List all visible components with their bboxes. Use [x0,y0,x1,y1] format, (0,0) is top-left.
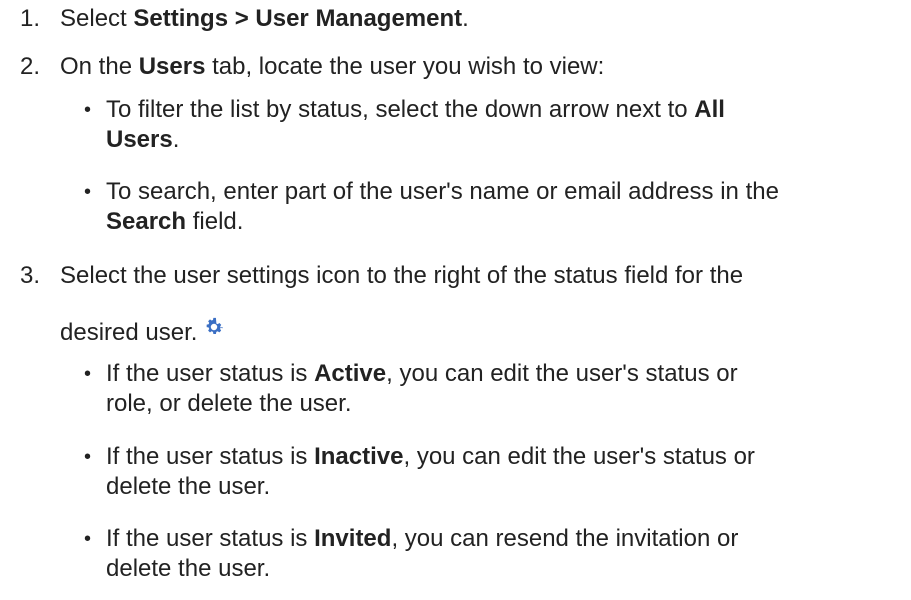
status-name: Invited [314,525,392,552]
bullet-text: To search, enter part of the user's name… [106,177,896,238]
bullet-text-suffix: field. [186,208,244,236]
tab-name: Users [138,53,206,80]
step-text-line: Select the user settings icon to the rig… [60,262,744,289]
bullet-icon: • [84,446,92,468]
field-name: Search [106,208,187,236]
bullet-line: If the user status is Active, you can ed… [106,359,896,389]
bullet-text-suffix: , you can edit the user's status or [386,360,738,387]
step-text: On the Users tab, locate the user you wi… [60,52,880,82]
bullet-text-prefix: If the user status is [106,525,315,552]
bullet-text-prefix: To filter the list by status, select the… [106,96,695,123]
step-text: desired user. [60,316,880,348]
status-name: Active [314,360,387,387]
bullet-text-prefix: If the user status is [106,443,315,470]
step-number: 1. [20,5,41,32]
bullet-icon: • [84,528,92,550]
bullet-line: delete the user. [106,473,271,501]
step-number: 3. [20,262,41,289]
step-text-suffix: . [462,5,469,32]
bullet-line: delete the user. [106,555,271,583]
bullet-line: To filter the list by status, select the… [106,95,896,125]
bullet-text: If the user status is Active, you can ed… [106,359,896,420]
step-text-line: desired user. [60,319,198,346]
step-text-prefix: Select [60,5,134,32]
bullet-line: If the user status is Inactive, you can … [106,442,896,472]
step-number: 2. [20,53,41,80]
menu-path: Settings > User Management [133,5,463,32]
bullet-text: To filter the list by status, select the… [106,95,896,156]
step-text-suffix: tab, locate the user you wish to view: [205,53,605,80]
bullet-line: role, or delete the user. [106,390,352,418]
bullet-line: If the user status is Invited, you can r… [106,524,896,554]
bullet-icon: • [84,99,92,121]
bullet-icon: • [84,363,92,385]
status-name: Inactive [314,443,404,470]
bullet-line: Search field. [106,207,896,237]
bullet-line: Users. [106,125,896,155]
step-text: Select Settings > User Management. [60,4,880,34]
gear-icon [207,317,224,334]
bullet-text-prefix: If the user status is [106,360,315,387]
bullet-icon: • [84,181,92,203]
filter-name-part: All [694,96,725,123]
bullet-text-suffix: . [172,126,180,154]
bullet-text-suffix: , you can edit the user's status or [403,443,755,470]
filter-name-part: Users [106,126,173,154]
bullet-text: If the user status is Inactive, you can … [106,442,896,503]
bullet-line: To search, enter part of the user's name… [106,177,896,207]
bullet-text-prefix: To search, enter part of the user's name… [106,178,779,205]
step-text-prefix: On the [60,53,139,80]
bullet-text: If the user status is Invited, you can r… [106,524,896,585]
step-text: Select the user settings icon to the rig… [60,261,880,291]
bullet-text-suffix: , you can resend the invitation or [391,525,739,552]
